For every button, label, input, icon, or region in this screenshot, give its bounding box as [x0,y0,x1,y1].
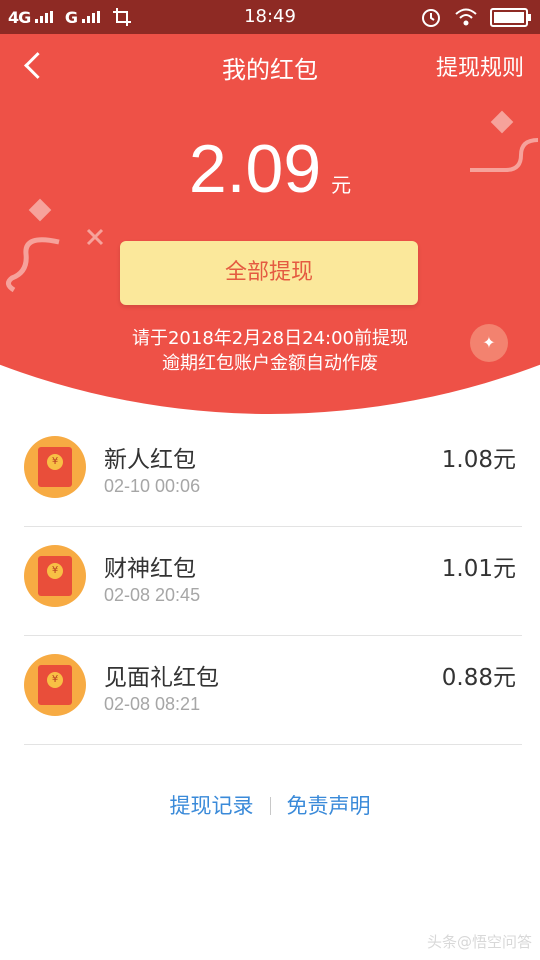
packet-name: 财神红包 [104,556,196,582]
list-item[interactable]: ¥ 财神红包 02-08 20:45 1.01元 [24,527,522,636]
balance-header: ✦ 我的红包 提现规则 2.09 元 全部提现 请于2018年2月28日24:00… [0,34,540,414]
red-packet-list: ¥ 新人红包 02-10 00:06 1.08元 ¥ 财神红包 02-08 20… [24,418,522,745]
balance-amount: 2.09 [188,131,322,207]
nav-bar: 我的红包 提现规则 [0,34,540,100]
packet-name: 新人红包 [104,447,196,473]
withdraw-rules-link[interactable]: 提现规则 [436,50,524,82]
packet-amount: 1.01元 [441,556,516,582]
list-item[interactable]: ¥ 新人红包 02-10 00:06 1.08元 [24,418,522,527]
alarm-icon [422,9,440,27]
red-envelope-icon: ¥ [24,654,86,716]
footer-links: 提现记录 免责声明 [0,790,540,820]
notice-line-2: 逾期红包账户金额自动作废 [162,353,378,374]
packet-time: 02-10 00:06 [104,476,201,496]
expiry-notice: 请于2018年2月28日24:00前提现 逾期红包账户金额自动作废 [0,326,540,376]
status-bar: 4G G 18:49 [0,0,540,34]
withdraw-records-link[interactable]: 提现记录 [170,794,254,818]
red-envelope-icon: ¥ [24,436,86,498]
packet-time: 02-08 08:21 [104,694,201,714]
packet-amount: 0.88元 [441,665,516,691]
battery-icon [490,7,531,27]
red-envelope-icon: ¥ [24,545,86,607]
balance-display: 2.09 元 [0,130,540,208]
packet-amount: 1.08元 [441,447,516,473]
list-item[interactable]: ¥ 见面礼红包 02-08 08:21 0.88元 [24,636,522,745]
packet-name: 见面礼红包 [104,665,219,691]
link-divider [269,797,271,815]
watermark: 头条@悟空问答 [426,933,532,951]
balance-unit: 元 [331,173,352,197]
packet-time: 02-08 20:45 [104,585,201,605]
withdraw-all-button[interactable]: 全部提现 [120,241,418,305]
swirl-decoration [6,237,60,293]
cross-decoration [86,228,104,246]
wifi-icon [455,8,477,26]
disclaimer-link[interactable]: 免责声明 [287,794,371,818]
notice-line-1: 请于2018年2月28日24:00前提现 [131,328,409,349]
